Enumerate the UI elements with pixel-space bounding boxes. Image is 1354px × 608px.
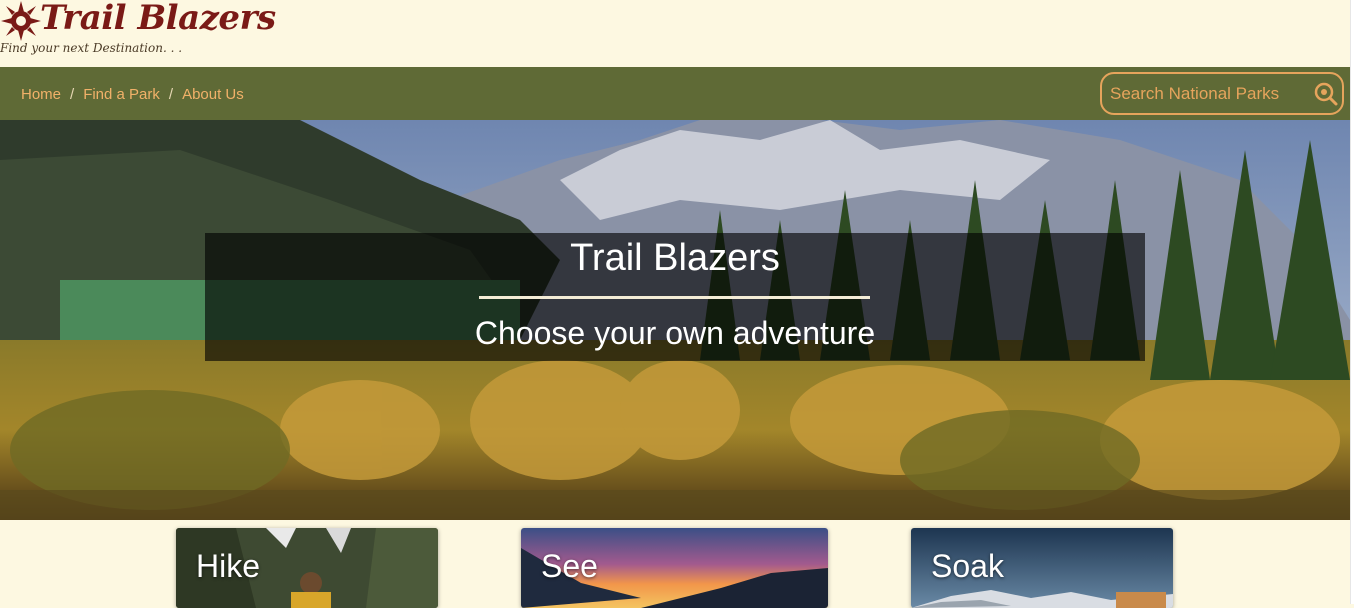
page-scrollbar[interactable] (1350, 0, 1354, 604)
hero-banner: Trail Blazers Choose your own adventure (0, 120, 1350, 520)
card-soak[interactable]: Soak (911, 528, 1173, 608)
search-box (1100, 72, 1344, 115)
hero-caption-panel: Trail Blazers Choose your own adventure (205, 233, 1145, 361)
card-see-label: See (541, 548, 598, 584)
header: Trail Blazers Find your next Destination… (0, 0, 1354, 67)
card-hike[interactable]: Hike (176, 528, 438, 608)
breadcrumb-find-a-park[interactable]: Find a Park (83, 86, 160, 103)
tagline: Find your next Destination. . . (0, 41, 183, 55)
sun-icon (1, 1, 41, 41)
card-hike-label: Hike (196, 548, 261, 584)
hero-subtitle: Choose your own adventure (474, 315, 876, 351)
breadcrumb-separator: / (168, 86, 174, 103)
card-soak-label: Soak (931, 548, 1004, 584)
search-input[interactable] (1108, 74, 1308, 113)
breadcrumb-home[interactable]: Home (21, 86, 61, 103)
brand-name: Trail Blazers (40, 0, 276, 38)
hero-divider (479, 296, 870, 299)
breadcrumb-separator: / (70, 86, 75, 103)
breadcrumb-about-us[interactable]: About Us (182, 86, 244, 103)
breadcrumb: Home / Find a Park / About Us (21, 86, 244, 103)
hero-title: Trail Blazers (570, 237, 780, 279)
card-see[interactable]: See (521, 528, 828, 608)
navbar: Home / Find a Park / About Us (0, 67, 1350, 120)
search-icon[interactable] (1314, 82, 1338, 106)
